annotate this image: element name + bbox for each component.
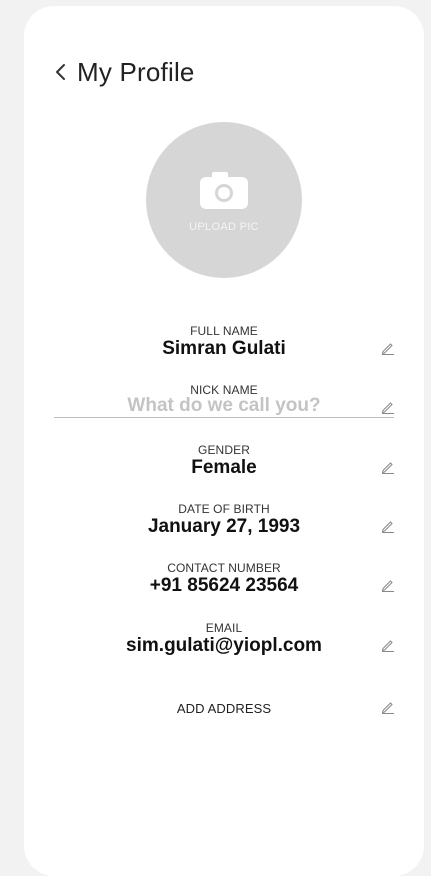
gender-field: GENDER Female (54, 443, 394, 493)
contact-number-value: +91 85624 23564 (149, 575, 299, 596)
contact-number-field: CONTACT NUMBER +91 85624 23564 (54, 561, 394, 611)
nick-name-input[interactable] (54, 394, 394, 418)
field-label: FULL NAME (190, 324, 258, 338)
date-of-birth-field: DATE OF BIRTH January 27, 1993 (54, 502, 394, 552)
nick-name-field: NICK NAME (54, 383, 394, 433)
pencil-icon[interactable] (381, 341, 395, 355)
gender-value: Female (191, 457, 257, 478)
full-name-field: FULL NAME Simran Gulati (54, 324, 394, 374)
full-name-value: Simran Gulati (162, 338, 286, 359)
pencil-icon[interactable] (381, 638, 395, 652)
page-title: My Profile (77, 56, 195, 87)
add-address-label: ADD ADDRESS (176, 701, 272, 716)
email-field: EMAIL sim.gulati@yiopl.com (54, 621, 394, 671)
field-label: EMAIL (205, 621, 243, 635)
pencil-icon[interactable] (381, 519, 395, 533)
field-label: CONTACT NUMBER (167, 561, 281, 575)
chevron-left-icon (56, 64, 65, 80)
add-address-button[interactable]: ADD ADDRESS (54, 700, 394, 720)
field-label: GENDER (198, 443, 250, 457)
pencil-icon[interactable] (381, 700, 395, 714)
back-button[interactable]: My Profile (53, 56, 195, 88)
camera-icon (200, 172, 248, 209)
upload-pic-label: UPLOAD PIC (189, 221, 259, 233)
field-label: DATE OF BIRTH (178, 502, 270, 516)
pencil-icon[interactable] (381, 460, 395, 474)
avatar-upload[interactable]: UPLOAD PIC (146, 122, 302, 278)
email-value: sim.gulati@yiopl.com (126, 635, 322, 656)
pencil-icon[interactable] (381, 400, 395, 414)
pencil-icon[interactable] (381, 578, 395, 592)
date-of-birth-value: January 27, 1993 (147, 516, 301, 537)
